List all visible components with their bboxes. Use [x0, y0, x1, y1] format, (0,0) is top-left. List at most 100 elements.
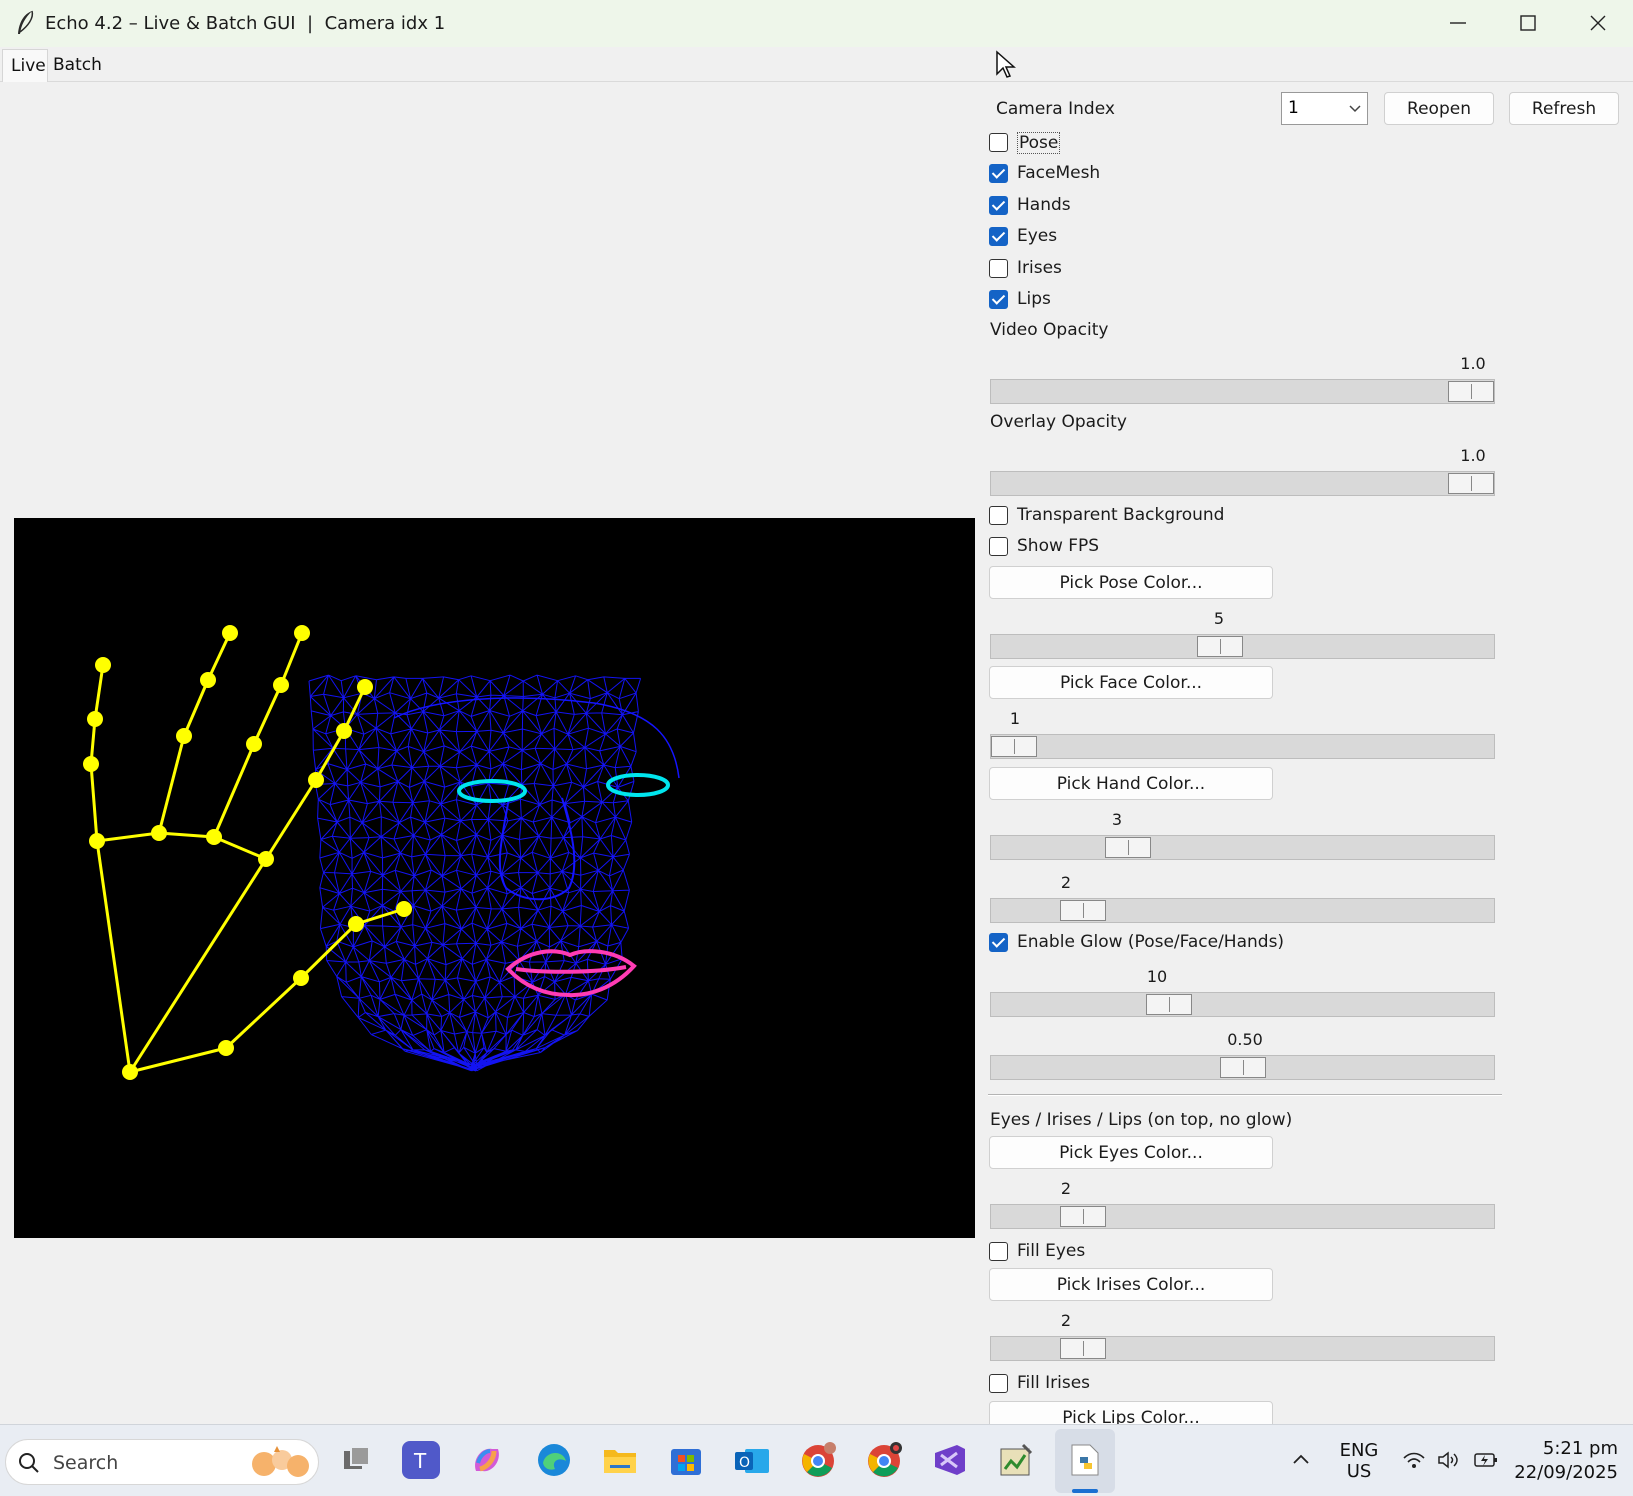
enable-glow-checkbox[interactable]: [989, 933, 1008, 952]
refresh-button[interactable]: Refresh: [1509, 92, 1619, 125]
overlay-opacity-slider[interactable]: [990, 471, 1495, 496]
video-opacity-label: Video Opacity: [990, 320, 1109, 340]
hands-toggle[interactable]: Hands: [988, 195, 1188, 220]
wifi-icon[interactable]: [1403, 1451, 1425, 1469]
close-button[interactable]: [1565, 0, 1631, 47]
pose-thickness-slider[interactable]: [990, 634, 1495, 659]
camera-index-select[interactable]: 1: [1281, 92, 1368, 125]
facemesh-checkbox[interactable]: [989, 164, 1008, 183]
search-placeholder: Search: [53, 1452, 119, 1474]
pick-pose-color-button[interactable]: Pick Pose Color...: [989, 566, 1273, 599]
pick-lips-color-button[interactable]: Pick Lips Color...: [989, 1401, 1273, 1424]
maximize-icon: [1520, 15, 1536, 31]
pose-thickness-thumb[interactable]: [1196, 636, 1243, 657]
taskbar-search[interactable]: Search: [5, 1439, 319, 1485]
svg-text:O: O: [739, 1455, 750, 1471]
battery-icon[interactable]: [1474, 1451, 1498, 1469]
hand-joint: [89, 833, 105, 849]
file-explorer-icon[interactable]: [601, 1441, 639, 1479]
tab-live[interactable]: Live: [2, 49, 48, 82]
pose-toggle[interactable]: Pose: [988, 132, 1188, 157]
irises-thickness-thumb[interactable]: [1059, 1338, 1106, 1359]
show-hidden-icons-icon[interactable]: [1292, 1453, 1310, 1465]
transparent-background-checkbox[interactable]: [989, 506, 1008, 525]
hand-joint: [122, 1064, 138, 1080]
chrome-profile-icon[interactable]: [865, 1441, 903, 1479]
fill-irises-toggle[interactable]: Fill Irises: [988, 1373, 1188, 1398]
pose-checkbox[interactable]: [989, 133, 1008, 152]
glow-radius-thumb[interactable]: [1146, 994, 1193, 1015]
python-app-icon[interactable]: [1066, 1441, 1104, 1479]
transparent-background-toggle[interactable]: Transparent Background: [988, 505, 1288, 530]
hand-joint: [222, 625, 238, 641]
hand-bone: [158, 831, 215, 839]
clock-date: 22/09/2025: [1514, 1462, 1618, 1483]
hand-bone: [314, 730, 346, 781]
facemesh-toggle[interactable]: FaceMesh: [988, 163, 1188, 188]
show-fps-checkbox[interactable]: [989, 537, 1008, 556]
tab-batch[interactable]: Batch: [45, 49, 105, 82]
hand-point-slider[interactable]: [990, 898, 1495, 923]
lips-label: Lips: [1017, 289, 1051, 309]
hand-joint: [95, 657, 111, 673]
svg-text:T: T: [413, 1449, 427, 1473]
video-opacity-slider[interactable]: [990, 379, 1495, 404]
hand-bone: [213, 835, 267, 861]
pick-irises-color-button[interactable]: Pick Irises Color...: [989, 1268, 1273, 1301]
face-thickness-thumb[interactable]: [991, 736, 1037, 757]
chrome-icon[interactable]: [799, 1441, 837, 1479]
glow-strength-slider[interactable]: [990, 1055, 1495, 1080]
title-bar[interactable]: Echo 4.2 – Live & Batch GUI | Camera idx…: [0, 0, 1633, 47]
glow-strength-thumb[interactable]: [1219, 1057, 1266, 1078]
visual-studio-icon[interactable]: [931, 1441, 969, 1479]
pick-hand-color-button[interactable]: Pick Hand Color...: [989, 767, 1273, 800]
edge-icon[interactable]: [535, 1441, 573, 1479]
irises-thickness-slider[interactable]: [990, 1336, 1495, 1361]
fill-eyes-checkbox[interactable]: [989, 1242, 1008, 1261]
hand-bone: [224, 976, 303, 1050]
pose-thickness-value: 5: [1213, 609, 1225, 628]
language-indicator[interactable]: ENG US: [1337, 1440, 1381, 1482]
hand-joint: [206, 829, 222, 845]
hand-joint: [336, 723, 352, 739]
eyes-checkbox[interactable]: [989, 227, 1008, 246]
face-thickness-slider[interactable]: [990, 734, 1495, 759]
lips-toggle[interactable]: Lips: [988, 289, 1188, 314]
minimize-button[interactable]: [1425, 0, 1491, 47]
pick-face-color-button[interactable]: Pick Face Color...: [989, 666, 1273, 699]
python-idle-icon[interactable]: [997, 1441, 1035, 1479]
fill-eyes-toggle[interactable]: Fill Eyes: [988, 1241, 1188, 1266]
camera-index-value: 1: [1288, 98, 1299, 118]
show-fps-toggle[interactable]: Show FPS: [988, 536, 1288, 561]
landmark-overlay: [83, 625, 680, 1080]
lips-checkbox[interactable]: [989, 290, 1008, 309]
glow-radius-slider[interactable]: [990, 992, 1495, 1017]
hand-bone: [252, 684, 283, 745]
fill-irises-checkbox[interactable]: [989, 1374, 1008, 1393]
irises-checkbox[interactable]: [989, 259, 1008, 278]
hand-thickness-thumb[interactable]: [1105, 837, 1152, 858]
enable-glow-toggle[interactable]: Enable Glow (Pose/Face/Hands): [988, 932, 1388, 957]
hand-thickness-slider[interactable]: [990, 835, 1495, 860]
eyes-toggle[interactable]: Eyes: [988, 226, 1188, 251]
copilot-icon[interactable]: [468, 1441, 506, 1479]
reopen-button[interactable]: Reopen: [1384, 92, 1494, 125]
eyes-thickness-thumb[interactable]: [1059, 1206, 1106, 1227]
teams-icon[interactable]: T: [402, 1441, 440, 1479]
hand-point-thumb[interactable]: [1059, 900, 1106, 921]
task-view-icon[interactable]: [338, 1441, 376, 1479]
taskbar: Search T O ENG US 5:21 pm 22/09/2025: [0, 1424, 1633, 1496]
pick-eyes-color-button[interactable]: Pick Eyes Color...: [989, 1136, 1273, 1169]
hand-bone: [264, 779, 318, 860]
hand-joint: [218, 1040, 234, 1056]
volume-icon[interactable]: [1437, 1450, 1459, 1470]
video-opacity-thumb[interactable]: [1448, 381, 1494, 402]
maximize-button[interactable]: [1495, 0, 1561, 47]
overlay-opacity-thumb[interactable]: [1448, 473, 1494, 494]
store-icon[interactable]: [667, 1441, 705, 1479]
system-clock[interactable]: 5:21 pm 22/09/2025: [1514, 1437, 1618, 1485]
irises-toggle[interactable]: Irises: [988, 258, 1188, 283]
outlook-icon[interactable]: O: [733, 1441, 771, 1479]
hands-checkbox[interactable]: [989, 196, 1008, 215]
eyes-thickness-slider[interactable]: [990, 1204, 1495, 1229]
